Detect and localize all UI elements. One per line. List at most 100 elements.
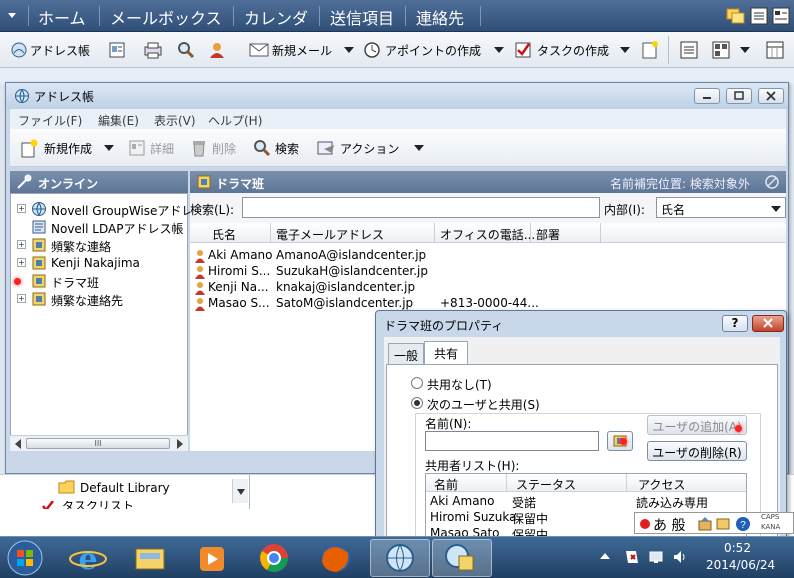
scroll-right-icon[interactable]	[176, 439, 184, 449]
column-department[interactable]: 部署	[536, 226, 560, 243]
column-email[interactable]: 電子メールアドレス	[276, 226, 384, 243]
action-icon[interactable]	[316, 139, 336, 157]
share-col-name[interactable]: 名前	[434, 476, 458, 493]
window-titlebar[interactable]: アドレス帳	[6, 83, 788, 109]
delete-button[interactable]: 削除	[212, 140, 236, 157]
action-button[interactable]: アクション	[340, 140, 399, 157]
clock-date[interactable]: 2014/06/24	[706, 558, 775, 572]
share-row[interactable]: Aki Amano 受諾 読み込み専用	[426, 494, 746, 510]
taskbar-explorer[interactable]	[120, 539, 180, 577]
column-phone[interactable]: オフィスの電話...	[440, 226, 535, 243]
print-icon[interactable]	[143, 41, 163, 59]
layout-dropdown-icon[interactable]	[740, 46, 750, 54]
details-button[interactable]: 詳細	[150, 140, 174, 157]
folder-list-icon[interactable]	[726, 6, 746, 26]
ime-red-icon[interactable]	[639, 518, 651, 530]
ime-mode[interactable]: あ 般	[653, 515, 685, 535]
menu-file[interactable]: ファイル(F)	[18, 112, 82, 129]
taskbar-address-book[interactable]	[432, 539, 492, 577]
scroll-left-icon[interactable]	[14, 439, 22, 449]
task-list-item[interactable]: タスクリスト	[40, 501, 160, 509]
nav-sent-items[interactable]: 送信項目	[330, 5, 394, 29]
mail-icon[interactable]	[249, 42, 269, 58]
list-view-icon[interactable]	[750, 7, 768, 25]
new-mail-dropdown-icon[interactable]	[344, 46, 354, 54]
start-button[interactable]	[6, 539, 44, 577]
ime-dict-icon[interactable]	[715, 516, 731, 532]
menu-view[interactable]: 表示(V)	[154, 112, 196, 129]
radio-share-with[interactable]	[411, 397, 423, 409]
user-icon[interactable]	[208, 41, 226, 59]
new-task-button[interactable]: タスクの作成	[537, 42, 609, 59]
action-center-icon[interactable]	[624, 549, 640, 565]
share-col-access[interactable]: アクセス	[638, 476, 685, 493]
list-icon[interactable]	[680, 41, 698, 59]
table-row[interactable]: Hiromi S... SuzukaH@islandcenter.jp	[190, 264, 786, 280]
new-contact-icon[interactable]	[20, 139, 38, 159]
search-icon[interactable]	[253, 139, 271, 157]
clock-icon[interactable]	[363, 41, 381, 59]
layout-icon[interactable]	[712, 41, 730, 59]
calendar-grid-icon[interactable]	[766, 41, 784, 59]
task-icon[interactable]	[514, 41, 532, 59]
default-library-label[interactable]: Default Library	[80, 481, 170, 495]
taskbar-firefox[interactable]	[306, 539, 366, 577]
share-col-status[interactable]: ステータス	[516, 476, 576, 493]
search-icon[interactable]	[177, 41, 195, 59]
taskbar-chrome[interactable]	[244, 539, 304, 577]
tree-item-groupwise[interactable]: + Novell GroupWiseアドレ	[11, 200, 193, 218]
nav-contacts[interactable]: 連絡先	[416, 5, 464, 29]
volume-icon[interactable]	[672, 549, 688, 565]
action-dropdown-icon[interactable]	[414, 144, 424, 152]
new-dropdown-icon[interactable]	[104, 144, 114, 152]
appointment-dropdown-icon[interactable]	[494, 46, 504, 54]
menu-help[interactable]: ヘルプ(H)	[208, 112, 262, 129]
help-icon[interactable]: ?	[735, 516, 751, 532]
address-book-button[interactable]: アドレス帳	[30, 42, 90, 59]
name-input[interactable]	[425, 431, 599, 451]
within-select[interactable]: 氏名	[656, 197, 786, 218]
scroll-thumb[interactable]: III	[26, 438, 170, 449]
nav-calendar[interactable]: カレンダ	[244, 5, 308, 29]
detail-view-icon[interactable]	[772, 7, 790, 25]
taskbar-ie[interactable]: e	[58, 539, 118, 577]
clock-time[interactable]: 0:52	[724, 541, 751, 555]
taskbar-media[interactable]	[182, 539, 242, 577]
radio-no-share[interactable]	[411, 377, 423, 389]
tab-general[interactable]: 一般	[388, 343, 424, 365]
address-book-icon[interactable]	[10, 41, 28, 59]
column-name[interactable]: 氏名	[212, 226, 236, 243]
tree-item-frequent[interactable]: + 頻繁な連絡	[11, 236, 187, 254]
tab-sharing[interactable]: 共有	[424, 341, 468, 365]
new-note-icon[interactable]	[641, 40, 659, 60]
taskbar-groupwise[interactable]	[370, 539, 430, 577]
table-row[interactable]: Aki Amano AmanoA@islandcenter.jp	[190, 248, 786, 264]
search-input[interactable]	[242, 197, 600, 218]
search-button[interactable]: 検索	[275, 140, 299, 157]
tree-item-drama[interactable]: ドラマ班	[11, 272, 187, 290]
nav-mailbox[interactable]: メールボックス	[110, 5, 222, 29]
completion-toggle-icon[interactable]	[764, 174, 780, 190]
add-user-button[interactable]: ユーザの追加(A)	[647, 415, 747, 435]
task-dropdown-icon[interactable]	[620, 46, 630, 54]
tree-item-kenji[interactable]: + Kenji Nakajima	[11, 254, 187, 272]
chevron-down-icon[interactable]	[237, 489, 245, 495]
menu-edit[interactable]: 編集(E)	[98, 112, 139, 129]
ime-tool-icon[interactable]	[697, 516, 713, 532]
close-button[interactable]	[758, 88, 784, 104]
tray-expand-icon[interactable]	[600, 552, 610, 560]
card-icon[interactable]	[108, 41, 126, 59]
tree-item-frequent-contacts[interactable]: + 頻繁な連絡先	[11, 290, 187, 308]
horizontal-scrollbar[interactable]: III	[10, 435, 188, 451]
network-icon[interactable]	[648, 549, 664, 565]
nav-dropdown-icon[interactable]	[6, 9, 18, 21]
dialog-close-button[interactable]	[752, 315, 784, 332]
table-row[interactable]: Kenji Na... knakaj@islandcenter.jp	[190, 280, 786, 296]
tree-item-ldap[interactable]: Novell LDAPアドレス帳	[11, 218, 187, 236]
nav-home[interactable]: ホーム	[38, 5, 86, 29]
library-scrollbar[interactable]	[232, 479, 248, 503]
minimize-button[interactable]	[694, 88, 720, 104]
help-button[interactable]: ?	[722, 315, 748, 332]
new-appointment-button[interactable]: アポイントの作成	[385, 42, 481, 59]
new-button[interactable]: 新規作成	[44, 140, 92, 157]
